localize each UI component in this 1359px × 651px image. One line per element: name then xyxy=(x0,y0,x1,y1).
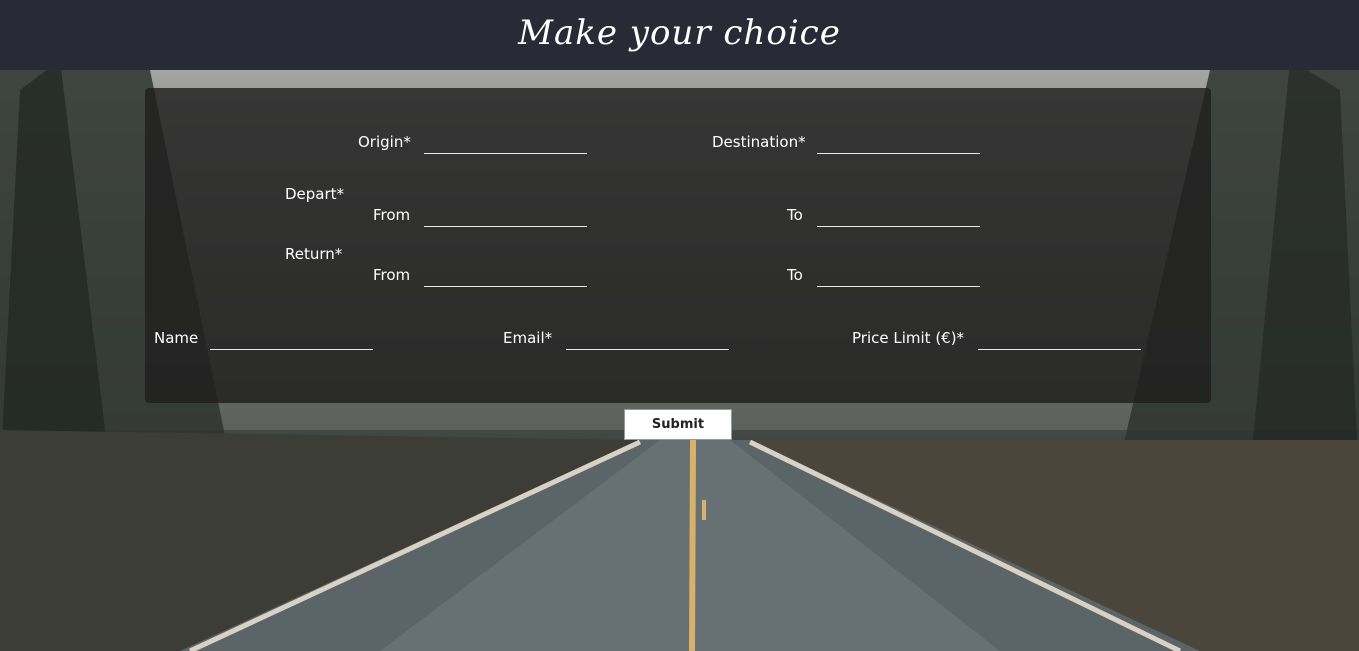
return-to-label: To xyxy=(787,266,803,284)
price-limit-label: Price Limit (€)* xyxy=(852,329,965,347)
origin-label: Origin* xyxy=(358,133,411,151)
page-header: Make your choice xyxy=(0,0,1359,70)
email-input[interactable] xyxy=(566,328,729,350)
name-input[interactable] xyxy=(210,328,373,350)
depart-label: Depart* xyxy=(285,185,345,203)
price-limit-input[interactable] xyxy=(978,328,1141,350)
return-from-input[interactable] xyxy=(424,265,587,287)
depart-to-label: To xyxy=(787,206,803,224)
email-label: Email* xyxy=(503,329,553,347)
depart-from-label: From xyxy=(373,206,411,224)
origin-input[interactable] xyxy=(424,132,587,154)
page-title: Make your choice xyxy=(518,13,841,53)
return-to-input[interactable] xyxy=(817,265,980,287)
submit-button[interactable]: Submit xyxy=(624,409,732,440)
depart-to-input[interactable] xyxy=(817,205,980,227)
destination-input[interactable] xyxy=(817,132,980,154)
destination-label: Destination* xyxy=(712,133,806,151)
name-label: Name xyxy=(154,329,199,347)
return-from-label: From xyxy=(373,266,411,284)
search-form-panel: Origin* Destination* Depart* From To Ret… xyxy=(145,88,1211,403)
depart-from-input[interactable] xyxy=(424,205,587,227)
return-label: Return* xyxy=(285,245,343,263)
